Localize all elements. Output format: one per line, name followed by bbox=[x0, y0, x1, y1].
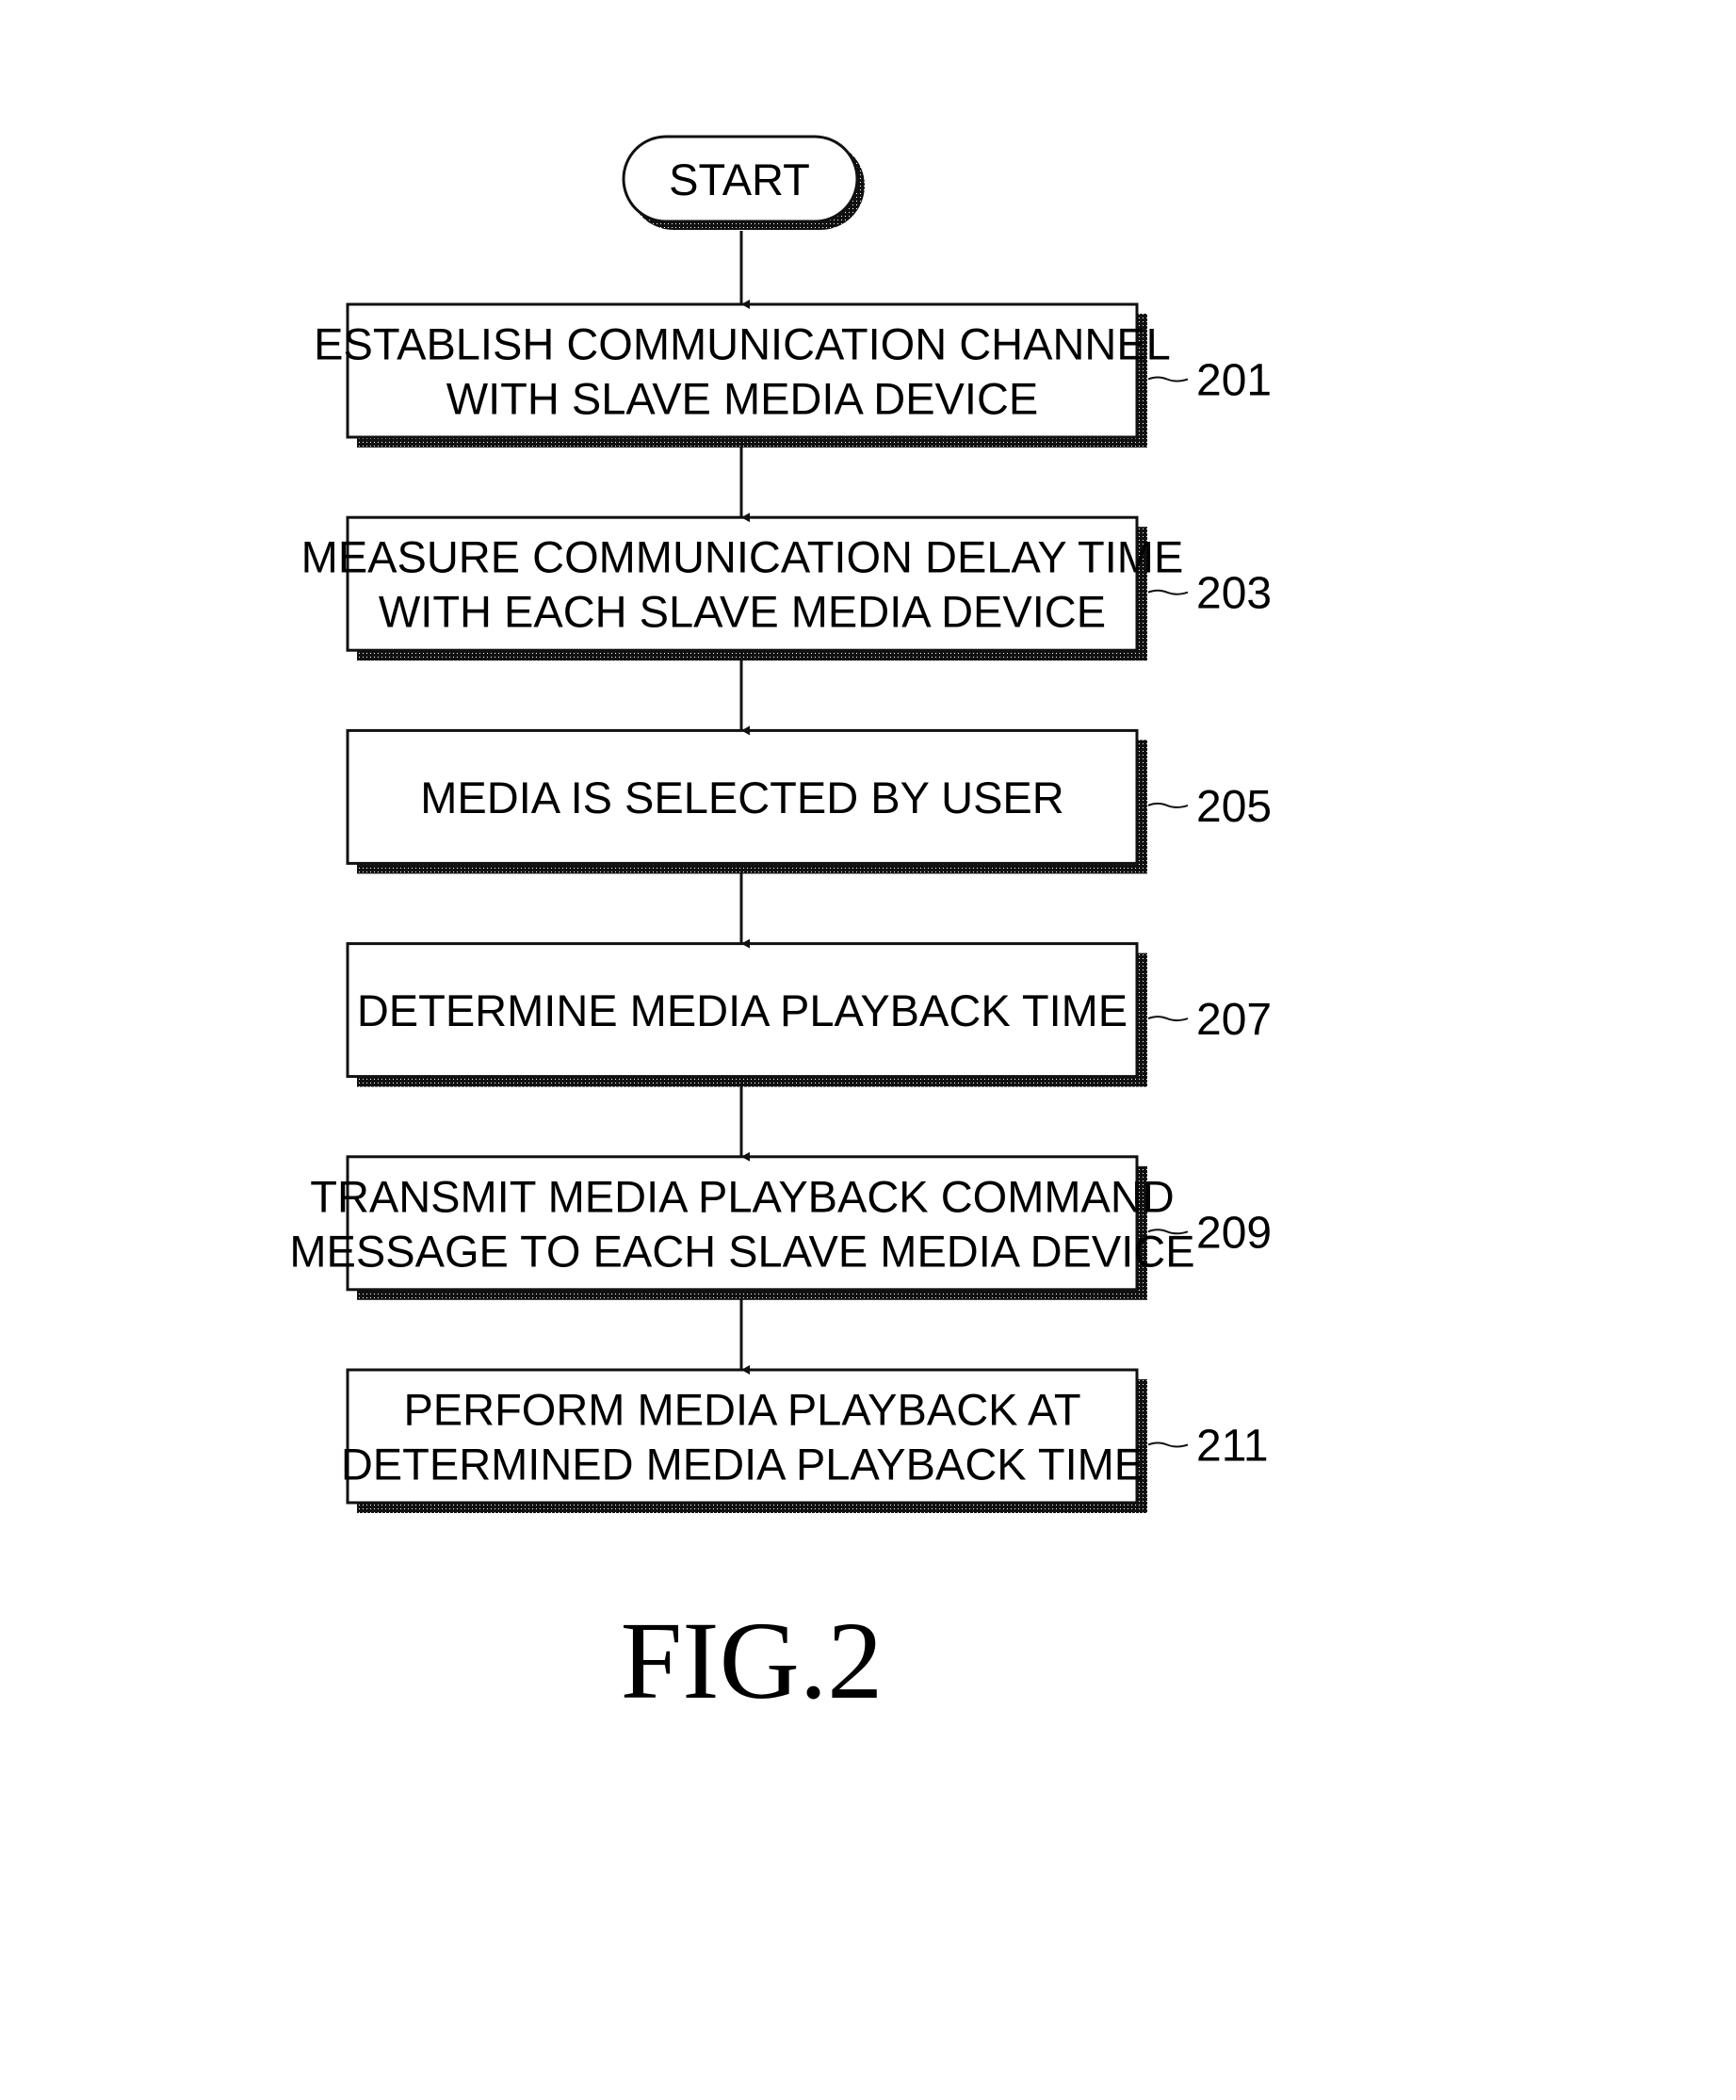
process-step-201: ESTABLISH COMMUNICATION CHANNELWITH SLAV… bbox=[314, 302, 1272, 448]
step-reference-209: 209 bbox=[1196, 1208, 1272, 1258]
step-reference-211: 211 bbox=[1196, 1422, 1269, 1472]
start-terminal: START bbox=[622, 135, 865, 230]
process-step-207: DETERMINE MEDIA PLAYBACK TIME 207 bbox=[346, 942, 1272, 1087]
step-text-line: PERFORM MEDIA PLAYBACK AT bbox=[403, 1385, 1080, 1435]
step-reference-205: 205 bbox=[1196, 782, 1272, 832]
step-text-line: MESSAGE TO EACH SLAVE MEDIA DEVICE bbox=[289, 1226, 1194, 1276]
process-step-211: PERFORM MEDIA PLAYBACK ATDETERMINED MEDI… bbox=[341, 1368, 1269, 1513]
leader-line bbox=[1147, 589, 1189, 595]
flowchart: START ESTABLISH COMMUNICATION CHANNELWIT… bbox=[289, 135, 1272, 1722]
leader-line bbox=[1147, 376, 1189, 383]
step-reference-207: 207 bbox=[1196, 995, 1272, 1045]
leader-line bbox=[1147, 1441, 1189, 1448]
step-text-line: DETERMINE MEDIA PLAYBACK TIME bbox=[357, 985, 1128, 1035]
leader-line bbox=[1147, 1016, 1189, 1022]
step-reference-203: 203 bbox=[1196, 569, 1272, 619]
process-steps: ESTABLISH COMMUNICATION CHANNELWITH SLAV… bbox=[289, 302, 1272, 1513]
step-reference-201: 201 bbox=[1196, 356, 1272, 406]
step-text-line: MEASURE COMMUNICATION DELAY TIME bbox=[301, 532, 1184, 582]
step-text-line: MEDIA IS SELECTED BY USER bbox=[420, 773, 1063, 822]
step-text-line: TRANSMIT MEDIA PLAYBACK COMMAND bbox=[310, 1171, 1175, 1221]
step-text-line: WITH EACH SLAVE MEDIA DEVICE bbox=[379, 587, 1106, 637]
step-text-line: WITH SLAVE MEDIA DEVICE bbox=[446, 374, 1039, 424]
process-step-203: MEASURE COMMUNICATION DELAY TIMEWITH EAC… bbox=[301, 515, 1272, 661]
figure-caption: FIG.2 bbox=[621, 1599, 884, 1722]
leader-line bbox=[1147, 802, 1189, 808]
process-step-209: TRANSMIT MEDIA PLAYBACK COMMANDMESSAGE T… bbox=[289, 1155, 1272, 1300]
process-step-205: MEDIA IS SELECTED BY USER 205 bbox=[346, 728, 1272, 874]
start-label: START bbox=[669, 155, 810, 204]
step-text-line: ESTABLISH COMMUNICATION CHANNEL bbox=[314, 319, 1171, 369]
step-text-line: DETERMINED MEDIA PLAYBACK TIME bbox=[341, 1440, 1144, 1490]
